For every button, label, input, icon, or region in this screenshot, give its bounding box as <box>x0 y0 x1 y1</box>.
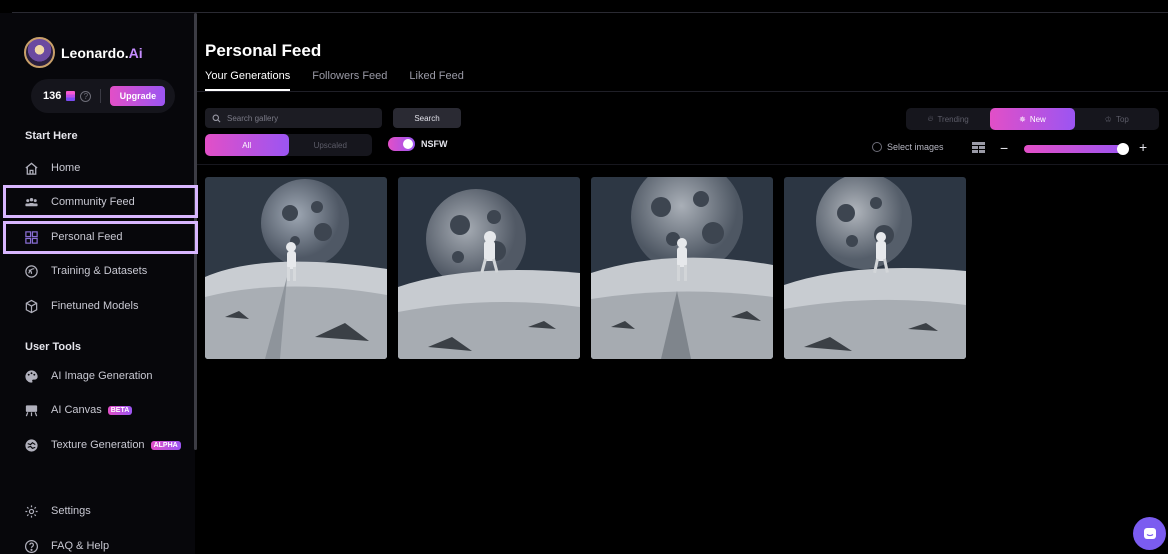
select-images[interactable]: Select images <box>872 142 944 152</box>
sidebar-item-label: Settings <box>51 505 91 517</box>
texture-icon <box>24 438 39 453</box>
gallery-image[interactable] <box>591 177 773 359</box>
select-radio[interactable] <box>872 142 882 152</box>
gallery-image[interactable] <box>398 177 580 359</box>
sidebar-item-texture-generation[interactable]: Texture Generation ALPHA <box>24 436 181 454</box>
filter-all[interactable]: All <box>205 134 289 156</box>
sort-top[interactable]: ♔ Top <box>1075 108 1159 130</box>
brand-logo <box>24 37 55 68</box>
credits-pill: 136 ? Upgrade <box>31 79 175 113</box>
sidebar-item-training-datasets[interactable]: Training & Datasets <box>24 262 147 280</box>
sort-top-label: Top <box>1115 114 1129 124</box>
layout-grid-icon[interactable] <box>972 142 985 153</box>
brand[interactable]: Leonardo.Ai <box>24 37 143 68</box>
gear-icon <box>24 504 39 519</box>
sort-new-label: New <box>1029 114 1046 124</box>
tab-your-generations[interactable]: Your Generations <box>205 70 291 91</box>
search-icon <box>212 114 221 122</box>
alpha-badge: ALPHA <box>150 440 181 450</box>
gallery-image[interactable] <box>205 177 387 359</box>
sort-trending-label: Trending <box>937 114 969 124</box>
sort-new[interactable]: ✵ New <box>990 108 1075 130</box>
filter-toggle: All Upscaled <box>205 134 372 156</box>
main-content: Personal Feed Your Generations Followers… <box>197 13 1168 554</box>
highlight-community-feed <box>3 185 198 218</box>
easel-icon <box>24 403 39 418</box>
sidebar-item-label: FAQ & Help <box>51 540 110 552</box>
nsfw-toggle-group: NSFW <box>388 137 448 151</box>
filter-upscaled[interactable]: Upscaled <box>289 134 373 156</box>
tab-liked-feed[interactable]: Liked Feed <box>409 70 463 91</box>
sidebar-item-faq-help[interactable]: FAQ & Help <box>24 537 109 554</box>
page-title: Personal Feed <box>205 41 322 60</box>
nsfw-toggle[interactable] <box>388 137 415 151</box>
sidebar-item-label: AI Image Generation <box>51 370 153 382</box>
sort-toggle: 🔥︎ Trending ✵ New ♔ Top <box>906 108 1159 130</box>
sidebar-item-label: Texture Generation <box>51 439 145 451</box>
sidebar-item-label: AI Canvas <box>51 404 102 416</box>
search-input[interactable]: Search gallery <box>205 108 382 128</box>
zoom-in-icon[interactable]: + <box>1139 139 1147 155</box>
help-circle-icon[interactable]: ? <box>80 90 92 102</box>
sidebar-item-label: Finetuned Models <box>51 300 139 312</box>
brand-name: Leonardo.Ai <box>61 44 143 61</box>
home-icon <box>24 161 39 176</box>
thumbnail-size-slider[interactable] <box>1024 145 1128 153</box>
chat-support-button[interactable] <box>1133 517 1166 550</box>
section-start-here: Start Here <box>25 130 78 142</box>
training-icon <box>24 264 39 279</box>
section-user-tools: User Tools <box>25 341 82 353</box>
filter-divider <box>197 164 1168 165</box>
image-gallery <box>205 177 966 359</box>
sidebar-item-ai-canvas[interactable]: AI Canvas BETA <box>24 401 133 419</box>
credits-count: 136 <box>43 90 62 102</box>
upgrade-button[interactable]: Upgrade <box>110 86 166 106</box>
divider <box>100 89 102 103</box>
sidebar-item-label: Training & Datasets <box>51 265 148 277</box>
sidebar-item-label: Home <box>51 162 81 174</box>
sparkle-icon: ✵ <box>1019 114 1026 124</box>
tabs-divider <box>197 91 1168 92</box>
cube-icon <box>24 299 39 314</box>
gallery-image[interactable] <box>784 177 966 359</box>
chat-icon <box>1143 527 1156 539</box>
search-button[interactable]: Search <box>393 108 461 128</box>
sidebar-item-finetuned-models[interactable]: Finetuned Models <box>24 297 138 315</box>
zoom-out-icon[interactable]: − <box>1000 140 1008 156</box>
flame-icon: 🔥︎ <box>927 114 934 123</box>
highlight-personal-feed <box>3 221 198 254</box>
trophy-icon: ♔ <box>1104 114 1112 124</box>
feed-tabs: Your Generations Followers Feed Liked Fe… <box>205 70 464 91</box>
slider-knob[interactable] <box>1117 143 1129 155</box>
sidebar-item-settings[interactable]: Settings <box>24 502 91 520</box>
question-icon <box>24 539 39 554</box>
beta-badge: BETA <box>107 405 133 415</box>
sidebar-item-home[interactable]: Home <box>24 159 80 177</box>
token-icon <box>66 91 76 101</box>
select-images-label: Select images <box>887 142 944 152</box>
sidebar-item-ai-image-generation[interactable]: AI Image Generation <box>24 367 153 385</box>
sort-trending[interactable]: 🔥︎ Trending <box>906 108 990 130</box>
search-placeholder: Search gallery <box>227 113 279 123</box>
tab-followers-feed[interactable]: Followers Feed <box>312 70 387 91</box>
palette-icon <box>24 369 39 384</box>
nsfw-label: NSFW <box>421 139 448 149</box>
